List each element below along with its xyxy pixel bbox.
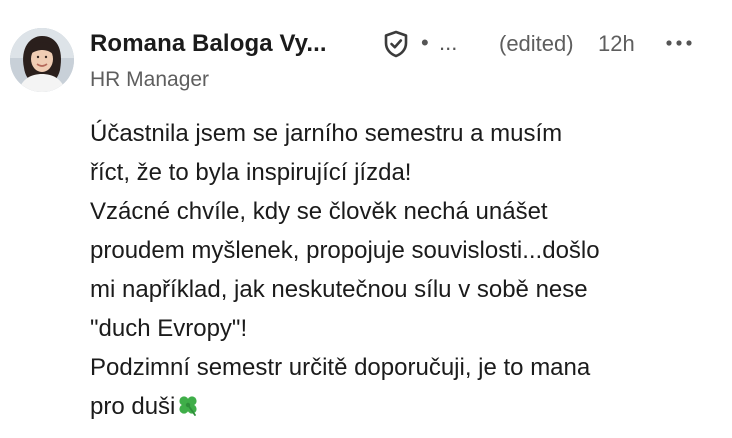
comment-last-line: pro duši xyxy=(90,387,720,426)
author-name[interactable]: Romana Baloga Vy... xyxy=(90,30,327,58)
comment-line: Účastnila jsem se jarního semestru a mus… xyxy=(90,120,563,147)
comment-line-text: pro duši xyxy=(90,393,176,420)
connection-degree: ... xyxy=(439,30,458,55)
four-leaf-clover-icon xyxy=(176,390,200,416)
comment-line: říct, že to byla inspirující jízda! xyxy=(90,159,412,186)
avatar-photo xyxy=(10,28,74,92)
separator-dot: • xyxy=(421,30,429,55)
more-horizontal-icon xyxy=(666,40,692,46)
avatar[interactable] xyxy=(10,28,74,92)
author-headline: HR Manager xyxy=(90,68,210,91)
comment-text: Účastnila jsem se jarního semestru a mus… xyxy=(90,114,720,426)
more-options-button[interactable] xyxy=(662,28,696,58)
comment-header: Romana Baloga Vy... • ... (edited) 12h xyxy=(90,28,720,64)
timestamp: 12h xyxy=(598,31,635,56)
comment: Romana Baloga Vy... • ... (edited) 12h H… xyxy=(0,0,732,438)
verified-shield-icon xyxy=(381,29,411,59)
comment-line: proudem myšlenek, propojuje souvislosti.… xyxy=(90,237,600,264)
comment-line: Vzácné chvíle, kdy se člověk nechá unáše… xyxy=(90,198,548,225)
comment-line: mi například, jak neskutečnou sílu v sob… xyxy=(90,276,588,303)
comment-line: Podzimní semestr určitě doporučuji, je t… xyxy=(90,354,591,381)
edited-label: (edited) xyxy=(499,31,574,56)
comment-line: "duch Evropy"! xyxy=(90,315,248,342)
